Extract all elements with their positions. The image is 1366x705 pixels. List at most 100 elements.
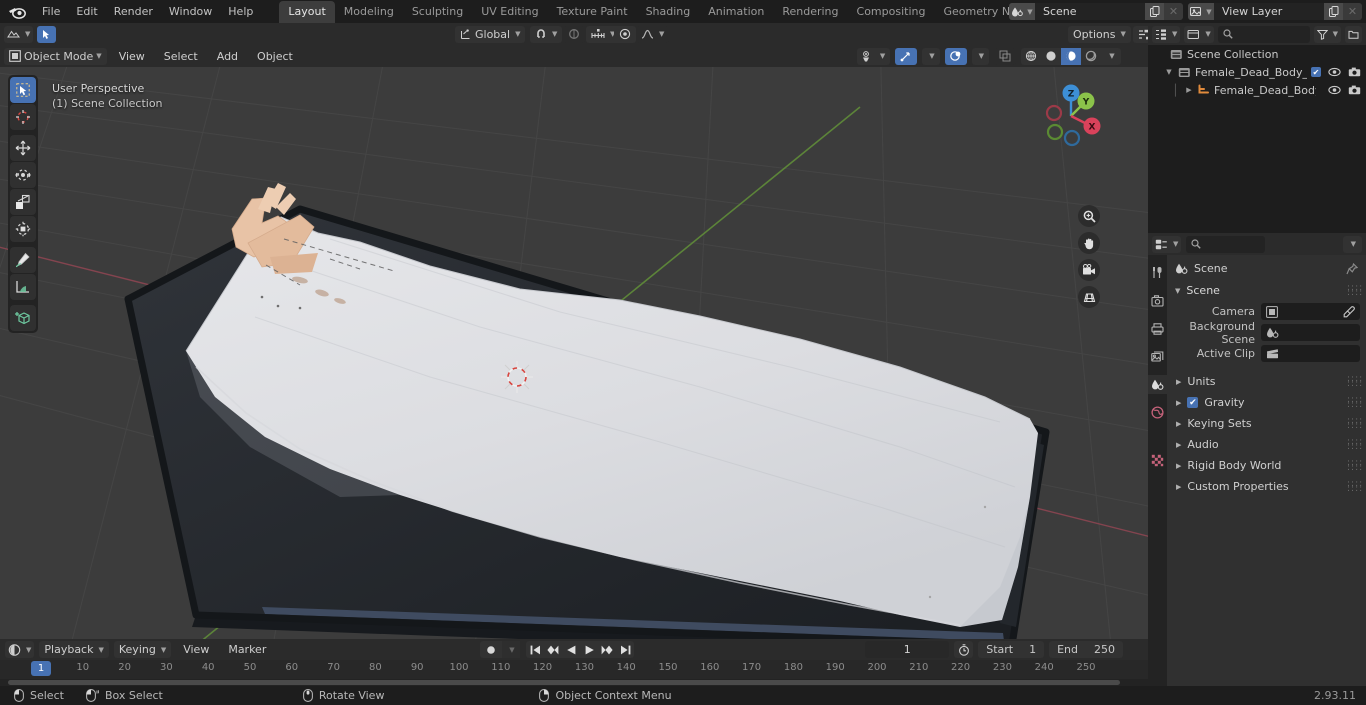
new-view-layer-button[interactable] xyxy=(1324,3,1343,20)
gizmo-toggle-button[interactable] xyxy=(895,47,918,65)
viewport-options-button[interactable]: Options ▼ xyxy=(1068,25,1131,43)
play-reverse-button[interactable] xyxy=(562,641,580,658)
tab-animation[interactable]: Animation xyxy=(699,1,773,23)
properties-search-input[interactable] xyxy=(1186,235,1265,253)
viewport-menu-add[interactable]: Add xyxy=(210,48,245,65)
measure-tool-button[interactable] xyxy=(10,274,36,300)
auto-keying-button[interactable] xyxy=(480,641,502,658)
view-layer-selector[interactable]: ▼ View Layer ✕ xyxy=(1188,3,1362,20)
pivot-point-button[interactable] xyxy=(614,25,636,43)
section-keying-sets[interactable]: ▶ Keying Sets :::: :::: xyxy=(1167,413,1366,434)
timeline-playhead[interactable]: 1 xyxy=(31,661,51,676)
xray-toggle-button[interactable] xyxy=(994,47,1016,65)
collection-expander-icon[interactable]: ▼ xyxy=(1164,68,1174,76)
tab-compositing[interactable]: Compositing xyxy=(848,1,935,23)
expander-icon[interactable]: ▶ xyxy=(1176,378,1181,386)
viewport-menu-object[interactable]: Object xyxy=(250,48,300,65)
menu-help[interactable]: Help xyxy=(220,2,261,21)
object-expander-icon[interactable]: ▶ xyxy=(1184,86,1194,94)
remove-view-layer-button[interactable]: ✕ xyxy=(1343,3,1362,20)
tab-rendering[interactable]: Rendering xyxy=(773,1,847,23)
properties-editor-type-button[interactable]: ▼ xyxy=(1152,235,1182,253)
properties-tab-render[interactable] xyxy=(1148,291,1167,310)
properties-tab-view-layer[interactable] xyxy=(1148,347,1167,366)
navigation-gizmo[interactable]: Z Y X xyxy=(1032,77,1110,155)
transform-tool-button[interactable] xyxy=(10,216,36,242)
current-frame-field[interactable]: 1 xyxy=(865,641,950,658)
rotate-tool-button[interactable] xyxy=(10,162,36,188)
scale-tool-button[interactable] xyxy=(10,189,36,215)
section-audio[interactable]: ▶ Audio :::: :::: xyxy=(1167,434,1366,455)
section-custom-properties[interactable]: ▶ Custom Properties :::: :::: xyxy=(1167,476,1366,497)
timeline-menu-view[interactable]: View xyxy=(176,641,216,658)
shading-rendered-button[interactable] xyxy=(1081,48,1101,65)
section-rigid-body-world[interactable]: ▶ Rigid Body World :::: :::: xyxy=(1167,455,1366,476)
outliner-row-object-female-dead-body[interactable]: │ ▶ Female_Dead_Body_Cov xyxy=(1148,81,1366,99)
properties-options-button[interactable]: ▼ xyxy=(1342,235,1362,253)
interaction-mode-dropdown[interactable]: Object Mode ▼ xyxy=(4,47,107,65)
auto-keying-dropdown[interactable]: ▼ xyxy=(502,641,520,658)
timeline-scrollbar[interactable] xyxy=(0,679,1148,686)
active-clip-field[interactable] xyxy=(1261,345,1360,362)
expander-icon[interactable]: ▶ xyxy=(1176,420,1181,428)
camera-icon[interactable] xyxy=(1078,259,1100,281)
tab-shading[interactable]: Shading xyxy=(637,1,700,23)
menu-render[interactable]: Render xyxy=(106,2,161,21)
scene-icon[interactable]: ▼ xyxy=(1009,3,1035,20)
outliner-filter-toggle[interactable]: ▼ xyxy=(1313,25,1341,43)
menu-edit[interactable]: Edit xyxy=(68,2,105,21)
properties-tab-texture[interactable] xyxy=(1148,451,1167,470)
tab-layout[interactable]: Layout xyxy=(279,1,335,23)
overlays-toggle-button[interactable] xyxy=(944,47,967,65)
menu-window[interactable]: Window xyxy=(161,2,220,21)
timeline-scrollbar-thumb[interactable] xyxy=(8,680,1120,685)
timeline-editor-type-button[interactable]: ▼ xyxy=(5,641,35,658)
properties-tab-output[interactable] xyxy=(1148,319,1167,338)
timeline-menu-marker[interactable]: Marker xyxy=(221,641,273,658)
tab-modeling[interactable]: Modeling xyxy=(335,1,403,23)
new-scene-button[interactable] xyxy=(1145,3,1164,20)
view-layer-name-field[interactable]: View Layer xyxy=(1214,3,1324,20)
play-button[interactable] xyxy=(580,641,598,658)
gizmo-dropdown-button[interactable]: ▼ xyxy=(922,47,940,65)
tweak-tool-button[interactable] xyxy=(10,77,36,103)
shading-wireframe-button[interactable] xyxy=(1021,48,1041,65)
visibility-selectability-button[interactable]: ▼ xyxy=(856,47,891,65)
viewport-menu-select[interactable]: Select xyxy=(157,48,205,65)
properties-tab-scene[interactable] xyxy=(1148,375,1167,394)
use-preview-range-button[interactable] xyxy=(954,641,974,658)
expander-icon[interactable]: ▶ xyxy=(1176,462,1181,470)
frame-start-field[interactable]: Start 1 xyxy=(978,641,1045,658)
timeline-ruler[interactable]: 10 20 30 40 50 60 70 80 90 100 110 120 130 140 150 160 1… xyxy=(0,660,1148,679)
jump-next-keyframe-button[interactable] xyxy=(598,641,616,658)
overlays-dropdown-button[interactable]: ▼ xyxy=(971,47,989,65)
expander-icon[interactable]: ▶ xyxy=(1176,483,1181,491)
snap-button[interactable]: ▼ xyxy=(530,25,563,43)
expander-icon[interactable]: ▶ xyxy=(1176,399,1181,407)
gravity-checkbox[interactable]: ✔ xyxy=(1187,397,1199,408)
viewport-menu-view[interactable]: View xyxy=(112,48,152,65)
frame-end-field[interactable]: End 250 xyxy=(1049,641,1123,658)
outliner-new-collection-button[interactable] xyxy=(1345,25,1362,43)
transform-orientation-button[interactable]: Global ▼ xyxy=(455,25,526,43)
outliner-editor-type-button[interactable]: ▼ xyxy=(1152,25,1181,43)
scene-name-field[interactable]: Scene xyxy=(1035,3,1145,20)
3d-viewport[interactable]: User Perspective (1) Scene Collection Z … xyxy=(0,67,1148,639)
section-gravity[interactable]: ▶ ✔ Gravity :::: :::: xyxy=(1167,392,1366,413)
background-scene-field[interactable] xyxy=(1261,324,1360,341)
shading-dropdown-button[interactable]: ▼ xyxy=(1101,48,1121,65)
outliner-display-mode-button[interactable]: ▼ xyxy=(1184,25,1214,43)
cursor-tool-button[interactable] xyxy=(10,104,36,130)
jump-prev-keyframe-button[interactable] xyxy=(544,641,562,658)
tab-uv-editing[interactable]: UV Editing xyxy=(472,1,547,23)
expander-icon[interactable]: ▶ xyxy=(1176,441,1181,449)
outliner-row-scene-collection[interactable]: Scene Collection xyxy=(1148,45,1366,63)
falloff-curve-button[interactable]: ▼ xyxy=(636,25,670,43)
camera-render-icon[interactable] xyxy=(1348,67,1361,77)
properties-tab-tool[interactable] xyxy=(1148,263,1167,282)
eye-icon[interactable] xyxy=(1328,85,1341,95)
pin-icon[interactable] xyxy=(1346,262,1358,275)
jump-to-end-button[interactable] xyxy=(616,641,634,658)
tab-texture-paint[interactable]: Texture Paint xyxy=(548,1,637,23)
move-tool-button[interactable] xyxy=(10,135,36,161)
